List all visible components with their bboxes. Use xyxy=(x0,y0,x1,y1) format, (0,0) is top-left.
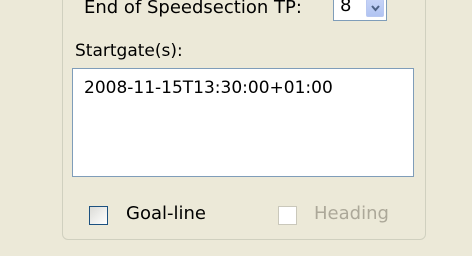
goal-line-checkbox[interactable] xyxy=(89,206,108,225)
goal-line-label[interactable]: Goal-line xyxy=(126,202,206,226)
end-speedsection-combo[interactable]: 8 xyxy=(333,0,387,21)
startgate-item[interactable]: 2008-11-15T13:30:00+01:00 xyxy=(84,77,333,99)
end-speedsection-label: End of Speedsection TP: xyxy=(84,0,302,18)
chevron-down-icon xyxy=(371,5,380,12)
heading-checkbox xyxy=(278,206,297,225)
startgates-label: Startgate(s): xyxy=(75,41,183,61)
heading-label: Heading xyxy=(314,203,389,224)
startgates-listbox[interactable]: 2008-11-15T13:30:00+01:00 xyxy=(72,68,414,177)
end-speedsection-value: 8 xyxy=(340,0,352,16)
combo-dropdown-button[interactable] xyxy=(366,0,384,17)
